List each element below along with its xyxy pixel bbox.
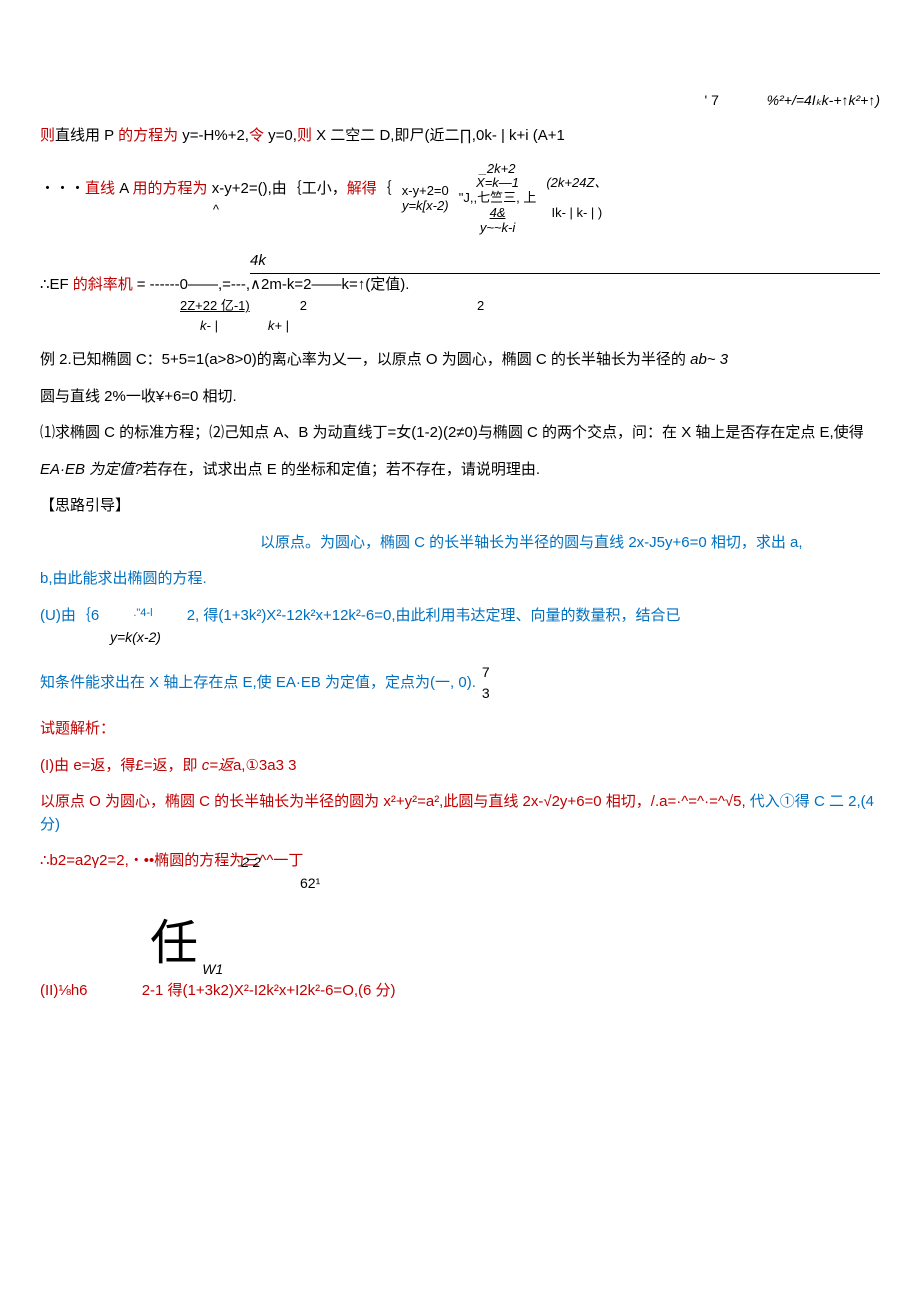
para-6: ⑴求椭圆 C 的标准方程；⑵己知点 A、B 为动直线丁=女(1-2)(2≠0)与…	[40, 422, 880, 445]
p1-red2: 的方程为	[118, 127, 178, 144]
p17-t2: 2-1 得(1+3k2)X²-I2k²x+I2k²-6=O,(6 分)	[142, 982, 396, 999]
p3-eq: = ------0——,=---,∧2m-k=2——k=↑(定值).	[137, 274, 410, 297]
p2-mid: x-y+2=0 y=k[x-2)	[402, 184, 449, 214]
p12-7: 7	[482, 662, 490, 683]
p3-ft: 2Z+22 亿-1)	[180, 296, 250, 316]
p7-t2: 若存在，试求出点 E 的坐标和定值；若不存在，请说明理由.	[143, 461, 541, 478]
para-3: 4k ∴EF 的斜率机 = ------0——,=---,∧2m-k=2——k=…	[40, 250, 880, 335]
p2-t6: 解得	[347, 180, 377, 197]
p16-bot: 62¹	[300, 873, 880, 894]
para-10: b,由此能求出椭圆的方程.	[40, 568, 880, 591]
p2-t1: ・・・	[40, 180, 85, 197]
header-left: ' 7	[705, 92, 719, 108]
p12-3: 3	[482, 683, 490, 704]
p2-col2: _2k+2 X=k—1 "J,,七竺三, 上 4& y~~k-i	[459, 162, 537, 237]
p17-t1: (II)⅛h6	[40, 982, 88, 999]
p3-bot-row: k- | k+ |	[200, 316, 880, 336]
para-12: 知条件能求出在 X 轴上存在点 E,使 EA·EB 为定值，定点为(一, 0).…	[40, 662, 880, 704]
p1-red3: 令	[249, 127, 264, 144]
p11-under: y=k(x-2)	[110, 627, 880, 648]
p2-right: (2k+24Z、 Ik- | k- | )	[546, 176, 607, 221]
p1-red4: 则	[297, 127, 312, 144]
p4-t2: ab~ 3	[690, 351, 728, 368]
header-right: %²+/=4Iₖk-+↑k²+↑)	[767, 92, 880, 108]
p3-fm: 2	[300, 296, 307, 316]
p15-t1: 以原点 O 为圆心，椭圆 C 的长半轴长为半径的圆为 x²+y²=a²,此圆与直…	[40, 793, 746, 810]
para-1: 则直线用 P 的方程为 y=-H%+2,令 y=0,则 X 二空二 D,即尸(近…	[40, 125, 880, 148]
p1-red1: 则	[40, 127, 55, 144]
p2-c2-5: y~~k-i	[480, 221, 515, 236]
p12-t: 知条件能求出在 X 轴上存在点 E,使 EA·EB 为定值，定点为(一, 0).	[40, 672, 476, 695]
p2-t3: A	[115, 180, 133, 197]
p2-r2: Ik- | k- | )	[551, 206, 602, 221]
p2-caret: ^	[40, 200, 392, 220]
p16-t1: ∴b2=a2γ2=2,・••椭圆的方程为三^^一丁	[40, 850, 303, 873]
p1-t8: X 二空二 D,即尸(近二∏,0k- | k+i (A+1	[312, 127, 565, 144]
para-11: (U)由｛6 ."4-l 2, 得(1+3k²)X²-12k²x+12k²-6=…	[40, 605, 880, 649]
para-4: 例 2.已知椭圆 C：5+5=1(a>8>0)的离心率为乂一，以原点 O 为圆心…	[40, 349, 880, 372]
p2-c2-1: _2k+2	[480, 162, 516, 177]
para-13: 试题解析：	[40, 718, 880, 741]
p17-w1: W1	[202, 961, 223, 977]
p2-t4: 用的方程为	[133, 180, 208, 197]
para-14: (I)由 e=返，得£=返，即 c=返a,①3a3 3	[40, 755, 880, 778]
para-8: 【思路引导】	[40, 495, 880, 518]
p2-mid-top: x-y+2=0	[402, 184, 449, 199]
p1-t4: y=-H%+2,	[178, 127, 249, 144]
p2-t2: 直线	[85, 180, 115, 197]
p3-4k: 4k	[250, 250, 880, 274]
para-16: ∴b2=a2γ2=2,・••椭圆的方程为三^^一丁 2 2 62¹	[40, 850, 880, 894]
p3-b2: k+ |	[268, 316, 289, 336]
para-5: 圆与直线 2%一收¥+6=0 相切.	[40, 386, 880, 409]
p2-t5: x-y+2=(),由｛工小，	[208, 180, 347, 197]
p3-l1: ∴EF	[40, 274, 69, 297]
p2-mid-bot: y=k[x-2)	[402, 199, 449, 214]
p1-t6: y=0,	[264, 127, 297, 144]
p3-b1: k- |	[200, 316, 218, 336]
para-15: 以原点 O 为圆心，椭圆 C 的长半轴长为半径的圆为 x²+y²=a²,此圆与直…	[40, 791, 880, 836]
para-7: EA·EB 为定值?若存在，试求出点 E 的坐标和定值；若不存在，请说明理由.	[40, 459, 880, 482]
para-17: 任 W1 (II)⅛h6 2-1 得(1+3k2)X²-I2k²x+I2k²-6…	[40, 908, 880, 1003]
p2-c2-2: X=k—1	[476, 176, 519, 191]
p1-t2: 直线用 P	[55, 127, 118, 144]
p7-t1: EA·EB 为定值?	[40, 461, 143, 478]
p14-t1: (I)由 e=返，得£=返，即	[40, 757, 202, 774]
p3-fm2: 2	[477, 296, 484, 316]
p2-c2-4: 4&	[490, 206, 506, 221]
p11-pre: (U)由｛6	[40, 607, 99, 624]
p11-mid: 2, 得(1+3k²)X²-12k²x+12k²-6=0,由此利用韦达定理、向量…	[187, 607, 681, 624]
p16-top: 2 2	[241, 852, 260, 873]
p14-t3: a,①3a3 3	[233, 757, 297, 774]
p2-c2-3: "J,,七竺三, 上	[459, 191, 537, 206]
p2-left: ・・・直线 A 用的方程为 x-y+2=(),由｛工小，解得｛ ^	[40, 178, 392, 220]
header-frag: ' 7 %²+/=4Iₖk-+↑k²+↑)	[40, 90, 880, 111]
p14-t2: c=返	[202, 757, 233, 774]
p2-t7: ｛	[377, 180, 392, 197]
p11-sup: ."4-l	[133, 605, 152, 622]
p3-frac-row: 2Z+22 亿-1) 2 2	[180, 296, 880, 316]
p2-r1: (2k+24Z、	[546, 176, 607, 191]
para-2: ・・・直线 A 用的方程为 x-y+2=(),由｛工小，解得｛ ^ x-y+2=…	[40, 162, 880, 237]
para-9: 以原点。为圆心，椭圆 C 的长半轴长为半径的圆与直线 2x-J5y+6=0 相切…	[260, 532, 880, 555]
p17-big: 任	[150, 908, 198, 980]
p3-l2: 的斜率机	[73, 274, 133, 297]
p4-t1: 例 2.已知椭圆 C：5+5=1(a>8>0)的离心率为乂一，以原点 O 为圆心…	[40, 351, 690, 368]
